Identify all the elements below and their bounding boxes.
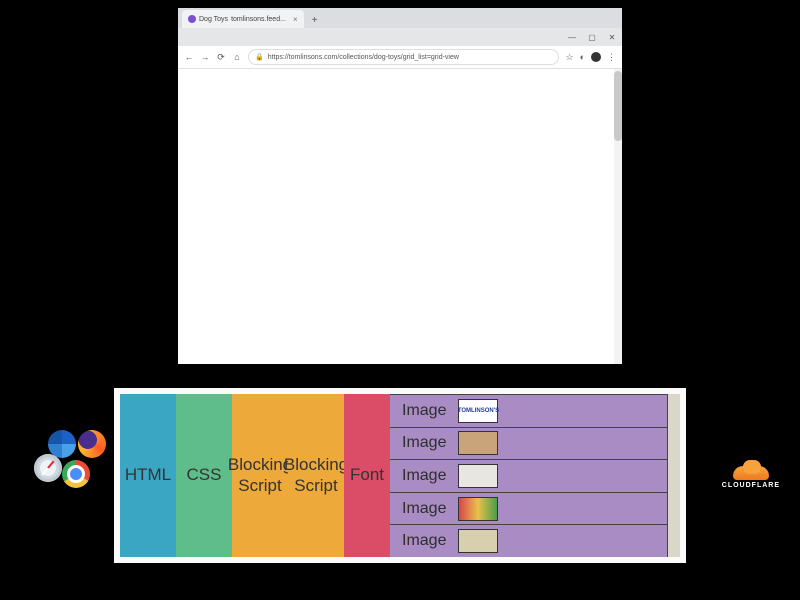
bookmark-star-icon[interactable]: ☆ xyxy=(565,52,573,63)
image-row: Image TOMLINSON'S xyxy=(390,394,668,427)
close-tab-icon[interactable]: × xyxy=(293,15,298,24)
block-blocking-script-2: Blocking Script xyxy=(288,394,344,557)
image-row: Image xyxy=(390,492,668,525)
block-blocking-script-1: Blocking Script xyxy=(232,394,288,557)
block-font: Font xyxy=(344,394,390,557)
cloudflare-cloud-icon xyxy=(729,460,773,480)
image-thumb-logo: TOMLINSON'S xyxy=(458,399,498,423)
image-thumb xyxy=(458,464,498,488)
firefox-icon xyxy=(78,430,106,458)
image-label: Image xyxy=(402,532,446,550)
browser-logos xyxy=(34,430,114,498)
tab-bar: Dog Toys tomlinsons.feed... × + xyxy=(178,8,622,28)
image-thumb xyxy=(458,431,498,455)
image-label: Image xyxy=(402,434,446,452)
kebab-menu-icon[interactable]: ⋮ xyxy=(607,52,616,63)
cloudflare-wordmark: CLOUDFLARE xyxy=(722,482,780,489)
forward-icon[interactable]: → xyxy=(200,52,210,62)
tab-icon-label: Dog Toys xyxy=(199,16,228,23)
image-label: Image xyxy=(402,467,446,485)
waterfall-tail xyxy=(668,394,680,557)
scrollbar-thumb[interactable] xyxy=(614,71,622,141)
window-close-icon[interactable]: ✕ xyxy=(602,33,622,42)
tab-title: tomlinsons.feed... xyxy=(231,16,286,23)
waterfall: HTML CSS Blocking Script Blocking Script… xyxy=(120,394,680,557)
image-row: Image xyxy=(390,459,668,492)
image-row: Image xyxy=(390,427,668,460)
home-icon[interactable]: ⌂ xyxy=(232,52,242,62)
page-viewport xyxy=(178,69,622,364)
window-maximize-icon[interactable]: ▢ xyxy=(582,33,602,42)
new-tab-button[interactable]: + xyxy=(308,14,322,28)
url-bar[interactable]: 🔒 https://tomlinsons.com/collections/dog… xyxy=(248,49,559,65)
waterfall-panel: HTML CSS Blocking Script Blocking Script… xyxy=(114,388,686,563)
extension-icon[interactable]: ◐ xyxy=(580,52,585,62)
reload-icon[interactable]: ⟳ xyxy=(216,52,226,63)
browser-tab[interactable]: Dog Toys tomlinsons.feed... × xyxy=(182,10,304,28)
image-thumb xyxy=(458,529,498,553)
browser-window: Dog Toys tomlinsons.feed... × + — ▢ ✕ ← … xyxy=(178,8,622,364)
tab-favicon xyxy=(188,15,196,23)
block-html: HTML xyxy=(120,394,176,557)
window-minimize-icon[interactable]: — xyxy=(562,33,582,42)
safari-icon xyxy=(34,454,62,482)
back-icon[interactable]: ← xyxy=(184,52,194,62)
image-row: Image xyxy=(390,524,668,557)
url-text: https://tomlinsons.com/collections/dog-t… xyxy=(268,54,459,61)
images-column: Image TOMLINSON'S Image Image Image Imag… xyxy=(390,394,668,557)
image-thumb xyxy=(458,497,498,521)
image-label: Image xyxy=(402,402,446,420)
window-titlebar: — ▢ ✕ xyxy=(178,28,622,46)
cloudflare-logo: CLOUDFLARE xyxy=(722,460,780,489)
browser-toolbar: ← → ⟳ ⌂ 🔒 https://tomlinsons.com/collect… xyxy=(178,46,622,69)
image-label: Image xyxy=(402,500,446,518)
chrome-icon xyxy=(62,460,90,488)
block-css: CSS xyxy=(176,394,232,557)
profile-avatar-icon[interactable] xyxy=(591,52,601,62)
lock-icon: 🔒 xyxy=(255,53,264,61)
